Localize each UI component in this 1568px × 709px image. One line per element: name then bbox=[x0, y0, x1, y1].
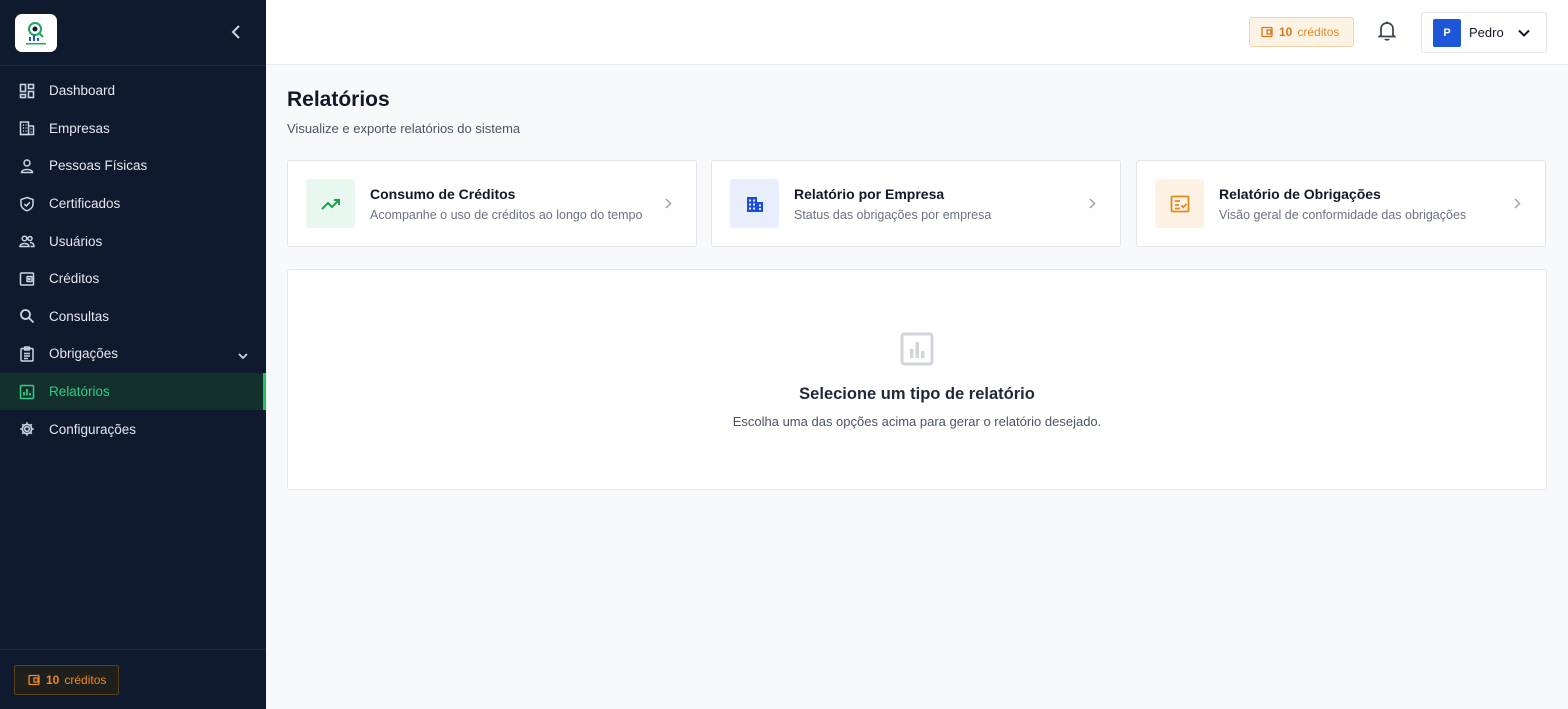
dashboard-icon bbox=[19, 83, 35, 99]
sidebar-item-pessoas-fisicas[interactable]: Pessoas Físicas bbox=[0, 147, 266, 185]
company-logo[interactable] bbox=[15, 14, 57, 52]
notifications-button[interactable] bbox=[1377, 20, 1397, 42]
empty-state-description: Escolha uma das opções acima para gerar … bbox=[732, 414, 1102, 429]
card-description: Acompanhe o uso de créditos ao longo do … bbox=[370, 208, 643, 222]
empty-state-title: Selecione um tipo de relatório bbox=[799, 385, 1035, 403]
user-name: Pedro bbox=[1469, 25, 1504, 40]
wallet-icon bbox=[1261, 26, 1273, 38]
report-card-relatorio-obrigacoes[interactable]: Relatório de Obrigações Visão geral de c… bbox=[1136, 160, 1546, 247]
sidebar-item-label: Obrigações bbox=[49, 346, 119, 362]
trending-up-icon bbox=[320, 198, 340, 210]
card-description: Visão geral de conformidade das obrigaçõ… bbox=[1219, 208, 1467, 222]
chevron-left-icon bbox=[231, 25, 240, 39]
gear-icon bbox=[19, 421, 35, 437]
report-card-relatorio-empresa[interactable]: Relatório por Empresa Status das obrigaç… bbox=[711, 160, 1121, 247]
sidebar-item-empresas[interactable]: Empresas bbox=[0, 110, 266, 148]
clipboard-icon bbox=[19, 346, 35, 362]
avatar: P bbox=[1433, 18, 1461, 47]
sidebar-item-label: Certificados bbox=[49, 196, 121, 212]
sidebar-collapse-button[interactable] bbox=[226, 22, 246, 42]
sidebar-item-label: Relatórios bbox=[49, 384, 110, 400]
sidebar-item-relatorios[interactable]: Relatórios bbox=[0, 372, 266, 411]
card-title: Relatório de Obrigações bbox=[1219, 186, 1381, 202]
report-chart-icon bbox=[900, 332, 934, 366]
card-icon-tile bbox=[730, 179, 779, 228]
sidebar-item-label: Configurações bbox=[49, 421, 137, 437]
sidebar-item-consultas[interactable]: Consultas bbox=[0, 298, 266, 336]
search-icon bbox=[19, 308, 35, 324]
empty-state-panel: Selecione um tipo de relatório Escolha u… bbox=[287, 269, 1547, 490]
sidebar-item-creditos[interactable]: Créditos bbox=[0, 260, 266, 298]
building-icon bbox=[746, 196, 763, 212]
report-card-consumo-creditos[interactable]: Consumo de Créditos Acompanhe o uso de c… bbox=[287, 160, 697, 247]
sidebar-item-dashboard[interactable]: Dashboard bbox=[0, 72, 266, 110]
card-icon-tile bbox=[1155, 179, 1204, 228]
person-icon bbox=[19, 158, 35, 174]
chevron-down-icon bbox=[1517, 29, 1530, 37]
card-description: Status das obrigações por empresa bbox=[794, 208, 992, 222]
chevron-right-icon bbox=[1514, 198, 1521, 209]
header-credits-badge[interactable]: 10 créditos bbox=[1249, 17, 1354, 47]
sidebar-item-configuracoes[interactable]: Configurações bbox=[0, 410, 266, 448]
chevron-right-icon bbox=[665, 198, 672, 209]
page-title: Relatórios bbox=[287, 88, 390, 111]
sidebar-credits-label: créditos bbox=[64, 673, 107, 687]
sidebar-nav: Dashboard Empresas Pessoas Físicas Certi… bbox=[0, 72, 266, 448]
sidebar-item-label: Créditos bbox=[49, 271, 100, 287]
wallet-icon bbox=[19, 271, 35, 287]
chevron-right-icon bbox=[1089, 198, 1096, 209]
card-title: Relatório por Empresa bbox=[794, 186, 945, 202]
sidebar-item-label: Pessoas Físicas bbox=[49, 158, 148, 174]
chevron-down-icon[interactable] bbox=[238, 348, 248, 363]
user-menu-button[interactable]: P Pedro bbox=[1421, 12, 1547, 53]
users-icon bbox=[19, 233, 35, 249]
shield-check-icon bbox=[19, 196, 35, 212]
checklist-icon bbox=[1170, 195, 1189, 212]
sidebar-item-label: Empresas bbox=[49, 120, 110, 136]
page-subtitle: Visualize e exporte relatórios do sistem… bbox=[287, 121, 521, 136]
sidebar-item-label: Dashboard bbox=[49, 83, 116, 99]
sidebar-footer: 10 créditos bbox=[0, 649, 266, 709]
sidebar-item-obrigacoes[interactable]: Obrigações bbox=[0, 335, 266, 373]
header-credits-count: 10 bbox=[1279, 25, 1293, 39]
card-icon-tile bbox=[306, 179, 355, 228]
wallet-icon bbox=[28, 674, 40, 686]
sidebar-item-usuarios[interactable]: Usuários bbox=[0, 222, 266, 260]
top-bar: 10 créditos P Pedro bbox=[266, 0, 1568, 65]
sidebar-item-certificados[interactable]: Certificados bbox=[0, 185, 266, 223]
sidebar-credits-badge[interactable]: 10 créditos bbox=[14, 665, 119, 695]
building-icon bbox=[19, 120, 35, 136]
sidebar-credits-count: 10 bbox=[46, 673, 60, 687]
card-title: Consumo de Créditos bbox=[370, 186, 516, 202]
sidebar: Dashboard Empresas Pessoas Físicas Certi… bbox=[0, 0, 266, 709]
sidebar-item-label: Usuários bbox=[49, 233, 103, 249]
header-credits-label: créditos bbox=[1297, 25, 1340, 39]
report-chart-icon bbox=[19, 384, 35, 400]
bell-icon bbox=[1377, 21, 1397, 41]
sidebar-item-label: Consultas bbox=[49, 308, 110, 324]
sidebar-header bbox=[0, 0, 266, 66]
